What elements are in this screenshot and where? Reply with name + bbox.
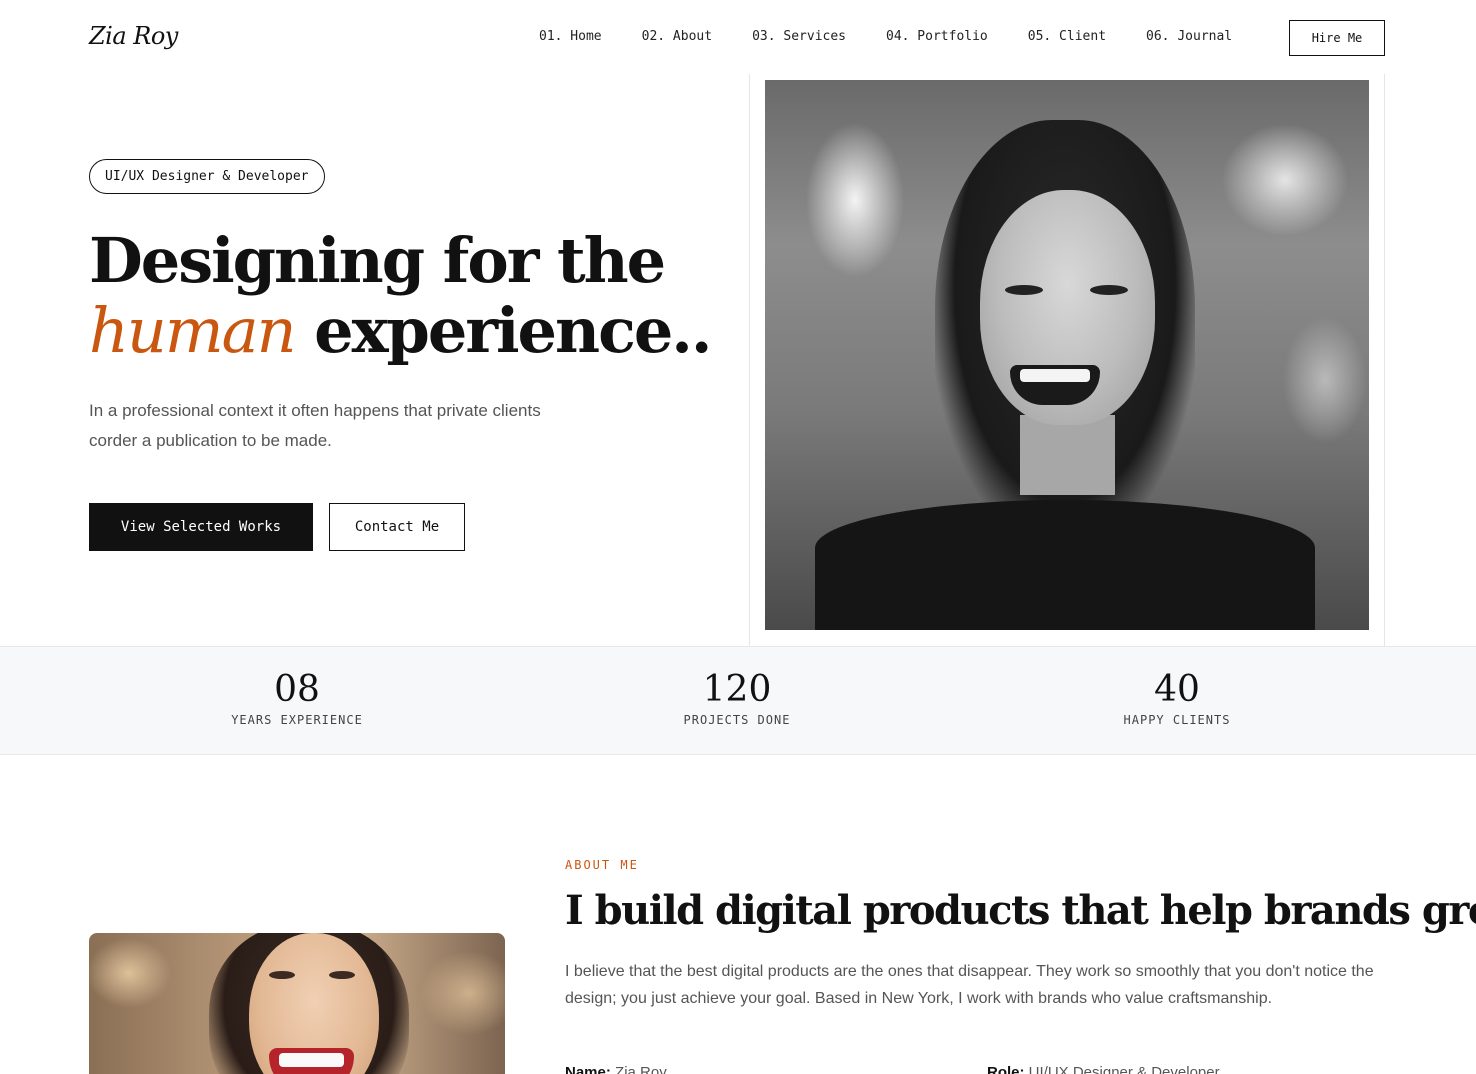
stat-projects-done: 120 PROJECTS DONE — [607, 669, 867, 727]
stat-label: YEARS EXPERIENCE — [231, 713, 363, 727]
about-description: I believe that the best digital products… — [565, 963, 1374, 1007]
about-role-info: Role: UI/UX Designer & Developer — [987, 1064, 1220, 1074]
role-value: UI/UX Designer & Developer — [1028, 1064, 1220, 1074]
name-label: Name: — [565, 1064, 611, 1074]
nav-item-journal[interactable]: 06. Journal — [1146, 29, 1232, 44]
hero-title: Designing for the human experience.. — [89, 224, 712, 367]
hero-description: In a professional context it often happe… — [89, 401, 541, 450]
stat-number: 08 — [274, 669, 320, 710]
about-name-info: Name: Zia Roy — [565, 1064, 667, 1074]
hero-portrait-image — [765, 80, 1369, 630]
nav-item-client[interactable]: 05. Client — [1028, 29, 1106, 44]
role-badge: UI/UX Designer & Developer — [89, 159, 325, 194]
stat-years-experience: 08 YEARS EXPERIENCE — [167, 669, 427, 727]
hire-me-button[interactable]: Hire Me — [1289, 20, 1385, 56]
nav-item-services[interactable]: 03. Services — [752, 29, 846, 44]
hero-title-line1: Designing for the — [89, 224, 666, 297]
view-selected-works-button[interactable]: View Selected Works — [89, 503, 313, 551]
about-portrait-image — [89, 933, 505, 1074]
hero-title-line2: experience.. — [294, 294, 712, 367]
role-label: Role: — [987, 1064, 1025, 1074]
about-kicker: ABOUT ME — [565, 858, 639, 872]
stat-label: HAPPY CLIENTS — [1123, 713, 1231, 727]
name-value: Zia Roy — [615, 1064, 667, 1074]
stat-number: 40 — [1154, 669, 1200, 710]
main-nav: 01. Home 02. About 03. Services 04. Port… — [539, 29, 1232, 44]
contact-me-button[interactable]: Contact Me — [329, 503, 465, 551]
nav-item-home[interactable]: 01. Home — [539, 29, 602, 44]
stat-happy-clients: 40 HAPPY CLIENTS — [1047, 669, 1307, 727]
logo[interactable]: Zia Roy — [89, 22, 178, 50]
stat-number: 120 — [702, 669, 772, 710]
nav-item-portfolio[interactable]: 04. Portfolio — [886, 29, 988, 44]
stat-label: PROJECTS DONE — [683, 713, 791, 727]
about-title: I build digital products that help brand… — [565, 887, 1476, 934]
stats-bar: 08 YEARS EXPERIENCE 120 PROJECTS DONE 40… — [0, 646, 1476, 755]
hero-title-accent: human — [89, 294, 297, 367]
nav-item-about[interactable]: 02. About — [642, 29, 712, 44]
